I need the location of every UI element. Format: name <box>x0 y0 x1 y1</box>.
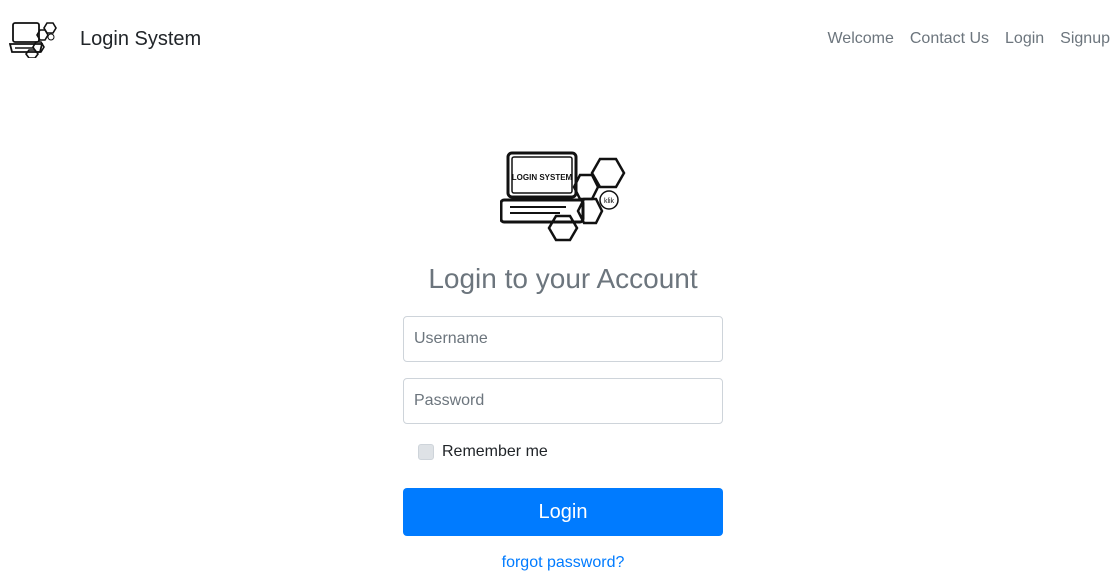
nav-link-welcome[interactable]: Welcome <box>819 29 901 49</box>
remember-label: Remember me <box>442 443 548 460</box>
laptop-hexagon-icon: LOGIN SYSTEM klik <box>500 151 626 242</box>
forgot-password-link[interactable]: forgot password? <box>403 554 723 572</box>
password-input[interactable] <box>403 378 723 424</box>
brand-link[interactable]: Login System <box>9 20 201 58</box>
laptop-hexagon-icon <box>9 22 57 58</box>
navbar: Login System Welcome Contact Us Login Si… <box>0 0 1119 76</box>
nav-links: Welcome Contact Us Login Signup <box>819 29 1110 49</box>
nav-link-login[interactable]: Login <box>997 29 1052 49</box>
logo-badge: klik <box>604 198 615 205</box>
remember-me[interactable]: Remember me <box>403 443 723 460</box>
nav-link-signup[interactable]: Signup <box>1052 29 1110 49</box>
nav-link-contact-us[interactable]: Contact Us <box>902 29 997 49</box>
brand-title: Login System <box>80 28 202 50</box>
logo-text: LOGIN SYSTEM <box>512 173 573 182</box>
login-form: LOGIN SYSTEM klik Login to your Account … <box>403 150 723 572</box>
form-heading: Login to your Account <box>428 263 698 294</box>
login-button[interactable]: Login <box>403 488 723 536</box>
remember-checkbox[interactable] <box>418 444 434 460</box>
username-input[interactable] <box>403 316 723 362</box>
